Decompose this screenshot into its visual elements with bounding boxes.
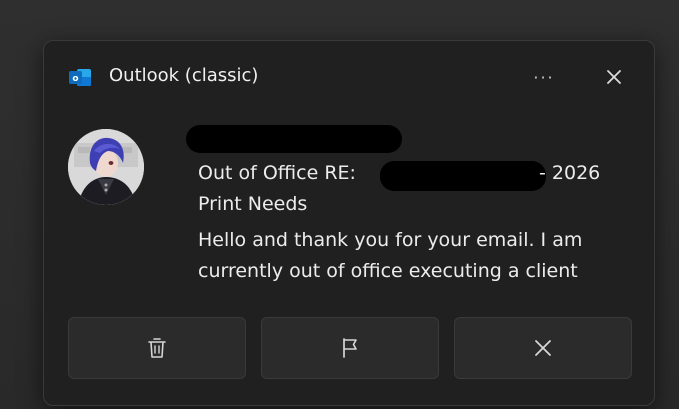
close-icon: [535, 340, 551, 356]
app-title: Outlook (classic): [109, 65, 259, 86]
subject-redaction: [380, 161, 546, 191]
sender-avatar: [68, 129, 144, 205]
more-options-button[interactable]: ···: [522, 59, 566, 95]
sender-name-redaction: [186, 125, 402, 153]
dismiss-button[interactable]: [454, 317, 632, 379]
notification-header: o Outlook (classic) ···: [44, 41, 654, 113]
delete-button[interactable]: [68, 317, 246, 379]
subject-suffix: - 2026: [539, 162, 601, 184]
close-notification-button[interactable]: [596, 59, 632, 95]
close-icon: [607, 70, 621, 84]
flag-icon: [343, 338, 357, 358]
outlook-icon: o: [68, 67, 92, 89]
svg-text:o: o: [72, 74, 78, 84]
subject-line-2: Print Needs: [198, 193, 308, 215]
trash-icon: [148, 338, 166, 358]
flag-button[interactable]: [261, 317, 439, 379]
more-options-icon: ···: [533, 67, 555, 87]
action-bar: [68, 317, 632, 381]
subject-prefix: Out of Office RE:: [198, 162, 356, 184]
message-preview: Hello and thank you for your email. I am…: [198, 229, 583, 282]
notification-toast[interactable]: o Outlook (classic) ··· Out of Office RE…: [43, 40, 655, 406]
